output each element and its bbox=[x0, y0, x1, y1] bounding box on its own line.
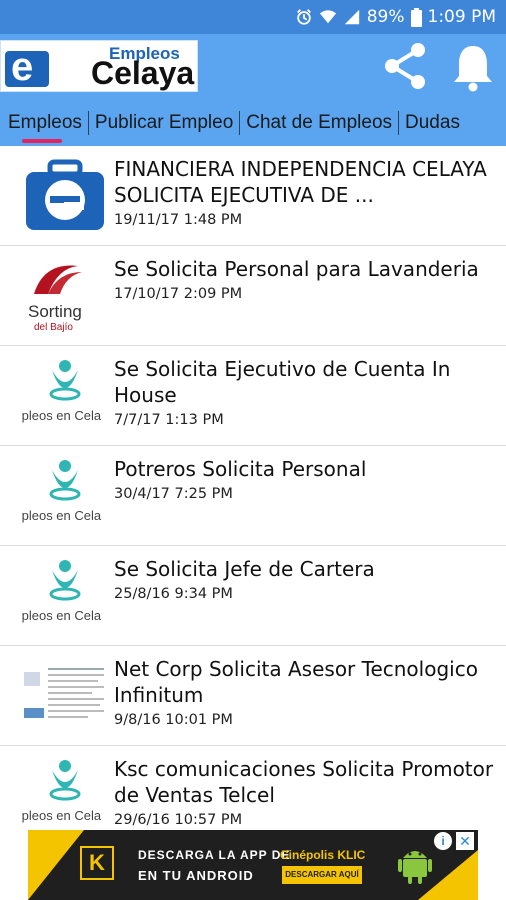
job-date: 9/8/16 10:01 PM bbox=[114, 712, 233, 728]
tab-chat-de-empleos[interactable]: Chat de Empleos bbox=[242, 100, 396, 146]
job-list-item[interactable]: Net Corp Solicita Asesor Tecnologico Inf… bbox=[0, 646, 506, 746]
job-list-item[interactable]: ıpleos en Cela Potreros Solicita Persona… bbox=[0, 446, 506, 546]
bell-icon bbox=[454, 46, 492, 92]
job-date: 25/8/16 9:34 PM bbox=[114, 586, 233, 602]
ad-close-icon[interactable]: ✕ bbox=[456, 832, 474, 850]
alarm-icon bbox=[296, 9, 311, 25]
sorting-arc-icon bbox=[34, 265, 82, 294]
job-title: Potreros Solicita Personal bbox=[114, 457, 367, 481]
job-date: 30/4/17 7:25 PM bbox=[114, 486, 233, 502]
share-icon bbox=[385, 43, 425, 89]
notifications-button[interactable] bbox=[450, 42, 496, 92]
thumbnail-label: ıpleos en Cela bbox=[22, 508, 102, 523]
job-title: Ksc comunicaciones Solicita Promotor de … bbox=[114, 757, 494, 807]
tab-bar: Empleos Publicar Empleo Chat de Empleos … bbox=[0, 100, 506, 146]
active-tab-indicator bbox=[22, 139, 62, 143]
logo-bottom-text: Celaya bbox=[91, 55, 195, 91]
job-title: Net Corp Solicita Asesor Tecnologico Inf… bbox=[114, 657, 478, 707]
ad-info-icon[interactable]: i bbox=[434, 832, 452, 850]
status-bar: 89% 1:09 PM bbox=[0, 0, 506, 34]
thumbnail-label: ıpleos en Cela bbox=[22, 408, 102, 423]
job-title: FINANCIERA INDEPENDENCIA CELAYA SOLICITA… bbox=[114, 157, 487, 207]
job-list-item[interactable]: FINANCIERA INDEPENDENCIA CELAYA SOLICITA… bbox=[0, 146, 506, 246]
thumbnail-label: ıpleos en Cela bbox=[22, 608, 102, 623]
tab-divider bbox=[398, 111, 400, 135]
person-logo-icon bbox=[49, 760, 81, 801]
empleos-celaya-thumbnail bbox=[22, 158, 108, 234]
job-title: Se Solicita Personal para Lavanderia bbox=[114, 257, 479, 281]
signal-icon bbox=[344, 9, 359, 25]
ad-decoration bbox=[28, 830, 84, 900]
person-logo-icon bbox=[49, 460, 81, 501]
ad-brand: Cinépolis KLIC bbox=[280, 848, 366, 862]
sorting-thumbnail: Sorting del Bajío bbox=[22, 258, 108, 334]
ad-app-badge: K bbox=[80, 846, 114, 880]
ad-subline: EN TU ANDROID bbox=[138, 868, 254, 883]
android-icon bbox=[398, 851, 432, 884]
job-title: Se Solicita Ejecutivo de Cuenta In House bbox=[114, 357, 451, 407]
job-date: 17/10/17 2:09 PM bbox=[114, 286, 243, 302]
job-list-item[interactable]: ıpleos en Cela Se Solicita Jefe de Carte… bbox=[0, 546, 506, 646]
person-logo-icon bbox=[49, 560, 81, 601]
clock: 1:09 PM bbox=[427, 7, 497, 27]
job-date: 19/11/17 1:48 PM bbox=[114, 212, 243, 228]
person-logo-icon bbox=[49, 360, 81, 401]
job-list-item[interactable]: ıpleos en Cela Ksc comunicaciones Solici… bbox=[0, 746, 506, 830]
battery-icon bbox=[410, 7, 422, 27]
app-bar: e Empleos Celaya bbox=[0, 34, 506, 100]
tab-dudas[interactable]: Dudas bbox=[401, 100, 464, 146]
job-date: 29/6/16 10:57 PM bbox=[114, 812, 243, 828]
wifi-icon bbox=[319, 10, 336, 24]
status-icons: 89% 1:09 PM bbox=[295, 0, 496, 34]
ad-headline: DESCARGA LA APP DE bbox=[138, 848, 291, 862]
job-title: Se Solicita Jefe de Cartera bbox=[114, 557, 375, 581]
app-logo[interactable]: e Empleos Celaya bbox=[0, 40, 198, 92]
job-list-item[interactable]: ıpleos en Cela Se Solicita Ejecutivo de … bbox=[0, 346, 506, 446]
empleos-en-celaya-thumbnail: ıpleos en Cela bbox=[22, 558, 108, 634]
share-button[interactable] bbox=[380, 40, 432, 92]
briefcase-e-icon bbox=[26, 159, 104, 230]
empleos-en-celaya-thumbnail: ıpleos en Cela bbox=[22, 458, 108, 534]
document-icon bbox=[22, 658, 108, 734]
logo-e-badge: e bbox=[5, 45, 49, 89]
document-thumbnail bbox=[22, 658, 108, 734]
ad-banner[interactable]: K DESCARGA LA APP DE Cinépolis KLIC EN T… bbox=[28, 830, 478, 900]
sorting-logo-text: Sorting bbox=[28, 302, 82, 321]
empleos-en-celaya-thumbnail: ıpleos en Cela bbox=[22, 358, 108, 434]
thumbnail-label: ıpleos en Cela bbox=[22, 808, 102, 823]
ad-download-button[interactable]: DESCARGAR AQUÍ bbox=[282, 866, 362, 884]
tab-divider bbox=[87, 111, 89, 135]
job-date: 7/7/17 1:13 PM bbox=[114, 412, 224, 428]
empleos-en-celaya-thumbnail: ıpleos en Cela bbox=[22, 758, 108, 830]
job-list-item[interactable]: Sorting del Bajío Se Solicita Personal p… bbox=[0, 246, 506, 346]
tab-publicar-empleo[interactable]: Publicar Empleo bbox=[91, 100, 237, 146]
battery-percent: 89% bbox=[366, 7, 405, 27]
job-list[interactable]: FINANCIERA INDEPENDENCIA CELAYA SOLICITA… bbox=[0, 146, 506, 830]
tab-divider bbox=[239, 111, 241, 135]
sorting-logo-subtext: del Bajío bbox=[34, 322, 73, 333]
